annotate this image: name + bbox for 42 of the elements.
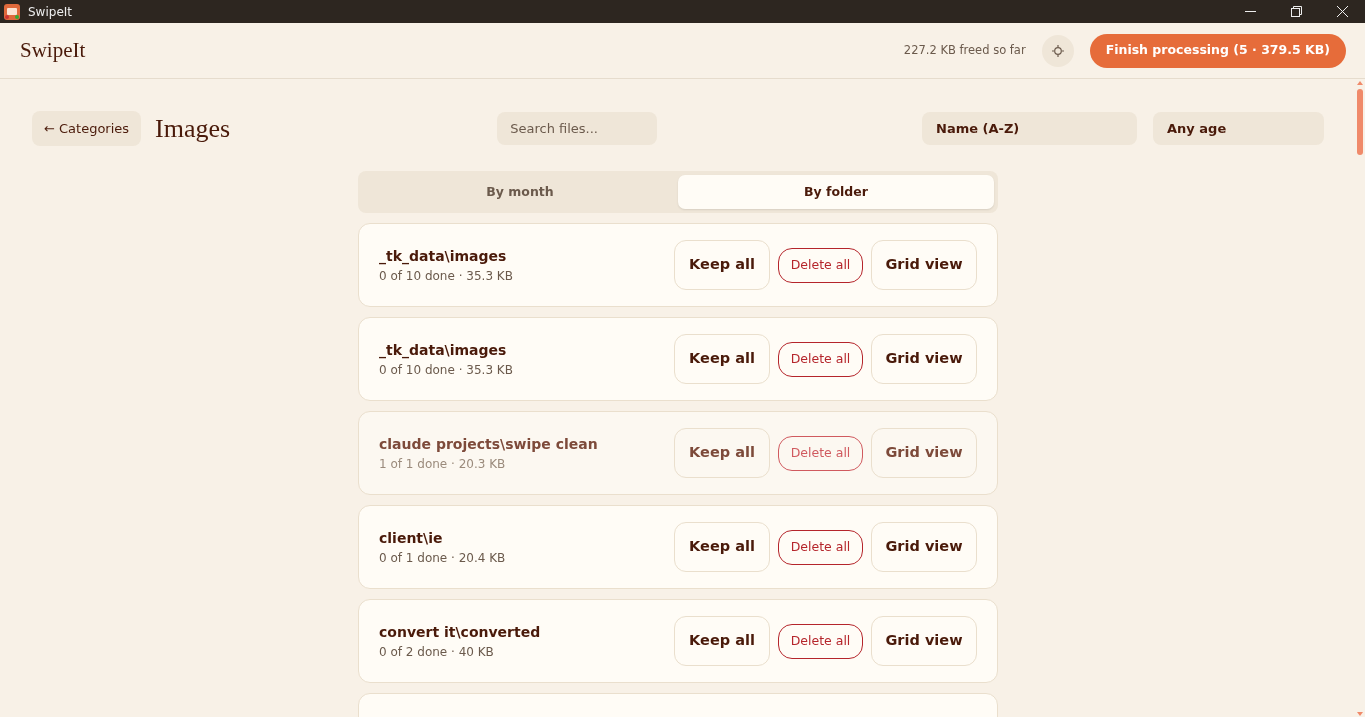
delete-all-button[interactable]: Delete all (778, 435, 863, 471)
sort-dropdown[interactable]: Name (A-Z) (922, 112, 1137, 145)
delete-all-button[interactable]: Delete all (778, 341, 863, 377)
folder-progress: 0 of 2 done · 40 KB (379, 643, 495, 661)
restore-icon[interactable] (1290, 6, 1302, 17)
categories-back-button[interactable]: ← Categories (32, 111, 142, 146)
folder-progress: 0 of 10 done · 35.3 KB (379, 267, 513, 285)
folder-name: _tk_data\images (379, 246, 508, 267)
keep-all-button[interactable]: Keep all (674, 428, 770, 478)
minimize-icon[interactable] (1244, 11, 1256, 12)
folder-progress: 1 of 1 done · 20.3 KB (379, 455, 507, 473)
settings-button[interactable] (1041, 34, 1074, 67)
delete-all-button[interactable]: Delete all (778, 247, 863, 283)
folder-progress: 0 of 10 done · 35.3 KB (379, 361, 513, 379)
view-tab[interactable]: By folder (678, 175, 994, 209)
grid-view-button[interactable]: Grid view (871, 522, 977, 572)
keep-all-button[interactable]: Keep all (674, 616, 770, 666)
grid-view-button[interactable]: Grid view (871, 616, 977, 666)
folder-name: client\ie (379, 528, 444, 548)
close-icon[interactable] (1336, 6, 1348, 17)
scrollbar[interactable] (1355, 79, 1365, 717)
page-title: Images (155, 112, 231, 145)
grid-view-button[interactable]: Grid view (871, 240, 977, 290)
grid-view-button[interactable]: Grid view (871, 428, 977, 478)
view-tab[interactable]: By month (362, 175, 678, 209)
keep-all-button[interactable]: Keep all (674, 240, 770, 290)
keep-all-button[interactable]: Keep all (674, 522, 770, 572)
folder-name: _tk_data\images (379, 340, 508, 361)
delete-all-button[interactable]: Delete all (778, 623, 863, 659)
age-dropdown[interactable]: Any age (1153, 112, 1324, 145)
app-logo-text: SwipeIt (20, 36, 86, 64)
folder-name: convert it\converted (379, 622, 541, 642)
grid-view-button[interactable]: Grid view (871, 334, 977, 384)
keep-all-button[interactable]: Keep all (674, 334, 770, 384)
folder-progress: 0 of 1 done · 20.4 KB (379, 549, 506, 567)
window-title: SwipeIt (28, 3, 72, 21)
settings-icon (1051, 44, 1064, 57)
folder-name: claude projects\swipe clean (379, 434, 598, 454)
app-icon (4, 3, 20, 20)
search-field[interactable]: Search files... (497, 112, 658, 145)
freed-text: 227.2 KB freed so far (903, 41, 1026, 59)
delete-all-button[interactable]: Delete all (778, 529, 863, 565)
